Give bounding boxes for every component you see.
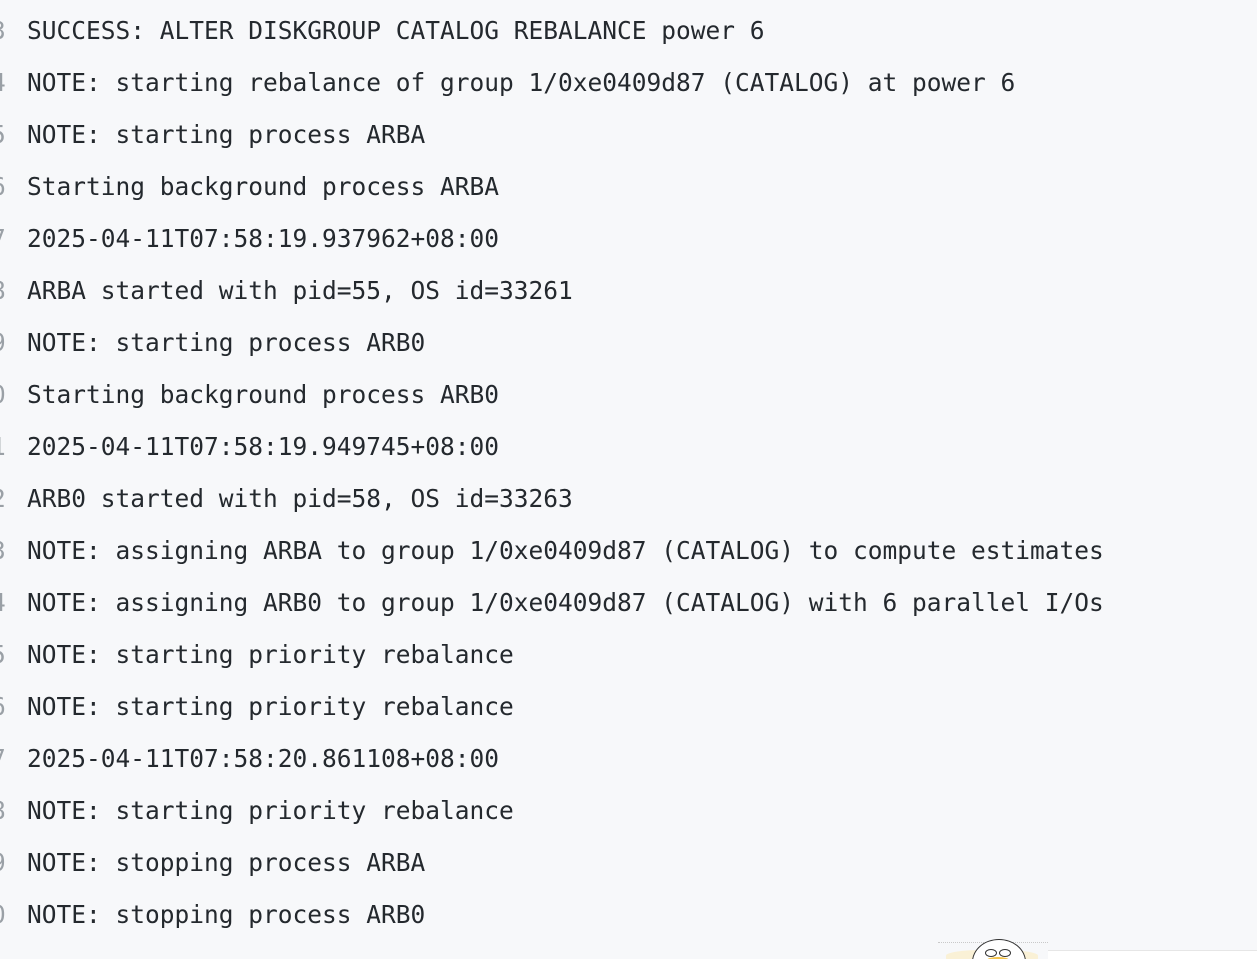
line-number: 5 [0,109,5,161]
line-number: 2 [0,473,5,525]
line-number: 3 [0,525,5,577]
log-line-text: NOTE: starting priority rebalance [27,640,514,669]
log-line: 8 ARBA started with pid=55, OS id=33261 [0,265,1257,317]
log-line: 2 ARB0 started with pid=58, OS id=33263 [0,473,1257,525]
log-line: 6 Starting background process ARBA [0,161,1257,213]
log-line-text: 2025-04-11T07:58:19.937962+08:00 [27,224,500,253]
line-number: 4 [0,57,5,109]
line-number: 6 [0,681,5,733]
log-line-text: 2025-04-11T07:58:19.949745+08:00 [27,432,500,461]
line-number: 8 [0,265,5,317]
log-line: 8 NOTE: starting priority rebalance [0,785,1257,837]
log-line: 4 NOTE: assigning ARB0 to group 1/0xe0409… [0,577,1257,629]
log-line: 6 NOTE: starting priority rebalance [0,681,1257,733]
mascot-panel [1048,950,1257,959]
log-line-text: NOTE: assigning ARBA to group 1/0xe0409d… [27,536,1104,565]
log-line-text: NOTE: assigning ARB0 to group 1/0xe0409d… [27,588,1104,617]
log-line: 1 2025-04-11T07:58:19.949745+08:00 [0,421,1257,473]
line-number: 5 [0,629,5,681]
log-line-text: NOTE: stopping process ARB0 [27,900,426,929]
log-line-text: NOTE: starting priority rebalance [27,692,514,721]
log-line: 3 SUCCESS: ALTER DISKGROUP CATALOG REBALA… [0,5,1257,57]
log-line-text: NOTE: stopping process ARBA [27,848,426,877]
log-line: 4 NOTE: starting rebalance of group 1/0xe… [0,57,1257,109]
line-number: 6 [0,161,5,213]
cartoon-bird-mascot-icon[interactable] [938,938,1257,959]
line-number: 7 [0,213,5,265]
line-number: 0 [0,369,5,421]
mascot-eye-right [999,949,1011,957]
line-number: 7 [0,733,5,785]
log-line: 9 NOTE: starting process ARB0 [0,317,1257,369]
log-line-text: NOTE: starting process ARBA [27,120,426,149]
log-line: 0 NOTE: stopping process ARB0 [0,889,1257,941]
log-line-text: ARB0 started with pid=58, OS id=33263 [27,484,573,513]
log-line: 9 NOTE: stopping process ARBA [0,837,1257,889]
mascot-eye-left [985,949,997,957]
log-code-block: 3 SUCCESS: ALTER DISKGROUP CATALOG REBALA… [0,0,1257,959]
line-number: 4 [0,577,5,629]
log-line: 7 2025-04-11T07:58:19.937962+08:00 [0,213,1257,265]
log-line: 7 2025-04-11T07:58:20.861108+08:00 [0,733,1257,785]
line-number: 3 [0,5,5,57]
line-number: 1 [0,421,5,473]
line-number: 9 [0,317,5,369]
log-line: 3 NOTE: assigning ARBA to group 1/0xe0409… [0,525,1257,577]
log-line: 0 Starting background process ARB0 [0,369,1257,421]
log-line-text: NOTE: starting rebalance of group 1/0xe0… [27,68,1016,97]
line-number: 8 [0,785,5,837]
log-line-text: ARBA started with pid=55, OS id=33261 [27,276,573,305]
log-line: 5 NOTE: starting priority rebalance [0,629,1257,681]
line-number: 0 [0,889,5,941]
log-line-text: 2025-04-11T07:58:20.861108+08:00 [27,744,500,773]
log-line-text: Starting background process ARBA [27,172,500,201]
log-line-text: NOTE: starting priority rebalance [27,796,514,825]
log-line: 5 NOTE: starting process ARBA [0,109,1257,161]
log-line-text: SUCCESS: ALTER DISKGROUP CATALOG REBALAN… [27,16,765,45]
line-number: 9 [0,837,5,889]
log-line-text: NOTE: starting process ARB0 [27,328,426,357]
log-line-text: Starting background process ARB0 [27,380,500,409]
